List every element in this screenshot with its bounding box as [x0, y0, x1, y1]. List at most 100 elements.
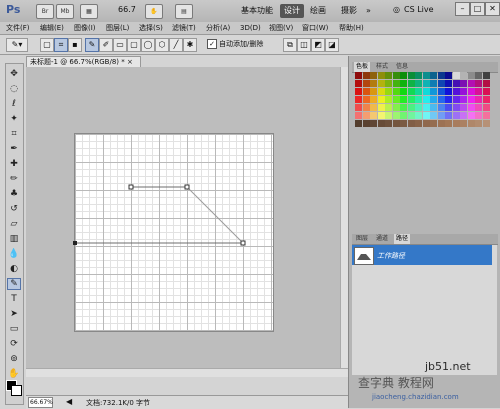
swatch[interactable]	[467, 104, 475, 111]
swatch[interactable]	[415, 104, 422, 111]
swatch[interactable]	[385, 112, 392, 119]
swatch[interactable]	[482, 112, 490, 119]
swatch[interactable]	[475, 72, 482, 79]
swatch[interactable]	[362, 104, 370, 111]
swatch[interactable]	[475, 96, 482, 103]
swatch[interactable]	[392, 104, 400, 111]
tab-paths[interactable]: 路径	[394, 234, 411, 244]
swatch[interactable]	[452, 80, 460, 87]
swatch[interactable]	[355, 80, 362, 87]
swatch[interactable]	[467, 88, 475, 95]
swatch[interactable]	[415, 88, 422, 95]
swatch[interactable]	[415, 112, 422, 119]
swatch[interactable]	[422, 96, 430, 103]
tab-layers[interactable]: 图层	[354, 234, 370, 244]
swatch[interactable]	[422, 112, 430, 119]
swatch[interactable]	[362, 88, 370, 95]
swatch[interactable]	[460, 88, 467, 95]
swatch[interactable]	[475, 112, 482, 119]
swatch[interactable]	[370, 88, 377, 95]
swatch[interactable]	[475, 104, 482, 111]
swatch[interactable]	[400, 80, 407, 87]
swatch[interactable]	[415, 120, 422, 127]
swatch[interactable]	[407, 96, 415, 103]
swatch[interactable]	[377, 112, 385, 119]
swatch[interactable]	[377, 80, 385, 87]
swatch[interactable]	[362, 72, 370, 79]
swatch[interactable]	[370, 96, 377, 103]
swatch[interactable]	[452, 88, 460, 95]
swatch[interactable]	[392, 72, 400, 79]
swatch[interactable]	[370, 104, 377, 111]
swatch[interactable]	[475, 88, 482, 95]
tab-info[interactable]: 信息	[394, 62, 410, 72]
swatch[interactable]	[445, 96, 452, 103]
swatch[interactable]	[452, 72, 460, 79]
swatch[interactable]	[422, 88, 430, 95]
swatch[interactable]	[475, 120, 482, 127]
swatch[interactable]	[377, 88, 385, 95]
swatch[interactable]	[385, 88, 392, 95]
swatch[interactable]	[400, 104, 407, 111]
swatch[interactable]	[415, 96, 422, 103]
swatch[interactable]	[400, 120, 407, 127]
swatch[interactable]	[385, 104, 392, 111]
swatch[interactable]	[482, 88, 490, 95]
swatch[interactable]	[460, 104, 467, 111]
swatch[interactable]	[370, 112, 377, 119]
swatch[interactable]	[445, 80, 452, 87]
swatch[interactable]	[437, 96, 445, 103]
swatch[interactable]	[370, 72, 377, 79]
swatch[interactable]	[422, 120, 430, 127]
swatch[interactable]	[400, 112, 407, 119]
swatch[interactable]	[467, 120, 475, 127]
swatch[interactable]	[445, 104, 452, 111]
swatch[interactable]	[437, 104, 445, 111]
swatch-grid[interactable]	[355, 72, 491, 132]
swatch[interactable]	[355, 104, 362, 111]
swatch[interactable]	[407, 120, 415, 127]
swatch[interactable]	[370, 120, 377, 127]
swatch[interactable]	[392, 120, 400, 127]
swatch[interactable]	[407, 104, 415, 111]
swatch[interactable]	[445, 112, 452, 119]
swatch[interactable]	[460, 120, 467, 127]
swatch[interactable]	[355, 120, 362, 127]
swatch[interactable]	[460, 112, 467, 119]
swatch[interactable]	[445, 72, 452, 79]
zoom-percentage-field[interactable]: 66.67%	[28, 397, 53, 408]
swatch[interactable]	[460, 80, 467, 87]
swatch[interactable]	[415, 80, 422, 87]
swatch[interactable]	[422, 80, 430, 87]
swatch[interactable]	[430, 88, 437, 95]
swatch[interactable]	[422, 72, 430, 79]
swatch[interactable]	[362, 120, 370, 127]
swatch[interactable]	[482, 120, 490, 127]
swatch[interactable]	[437, 112, 445, 119]
swatch[interactable]	[400, 72, 407, 79]
swatch[interactable]	[385, 80, 392, 87]
swatch[interactable]	[407, 80, 415, 87]
swatch[interactable]	[482, 80, 490, 87]
swatch[interactable]	[392, 88, 400, 95]
swatch[interactable]	[362, 112, 370, 119]
swatch[interactable]	[430, 96, 437, 103]
swatch[interactable]	[377, 72, 385, 79]
swatch[interactable]	[407, 88, 415, 95]
horizontal-scrollbar[interactable]	[26, 368, 348, 377]
swatch[interactable]	[475, 80, 482, 87]
swatch[interactable]	[452, 104, 460, 111]
swatch[interactable]	[482, 96, 490, 103]
swatch[interactable]	[355, 72, 362, 79]
swatch[interactable]	[452, 112, 460, 119]
swatch[interactable]	[460, 72, 467, 79]
swatch[interactable]	[482, 104, 490, 111]
swatch[interactable]	[407, 72, 415, 79]
swatch[interactable]	[362, 96, 370, 103]
swatch[interactable]	[437, 72, 445, 79]
swatch[interactable]	[430, 80, 437, 87]
swatch[interactable]	[392, 96, 400, 103]
tab-swatches[interactable]: 色板	[354, 62, 371, 72]
tab-styles[interactable]: 样式	[374, 62, 390, 72]
tab-channels[interactable]: 通道	[374, 234, 390, 244]
